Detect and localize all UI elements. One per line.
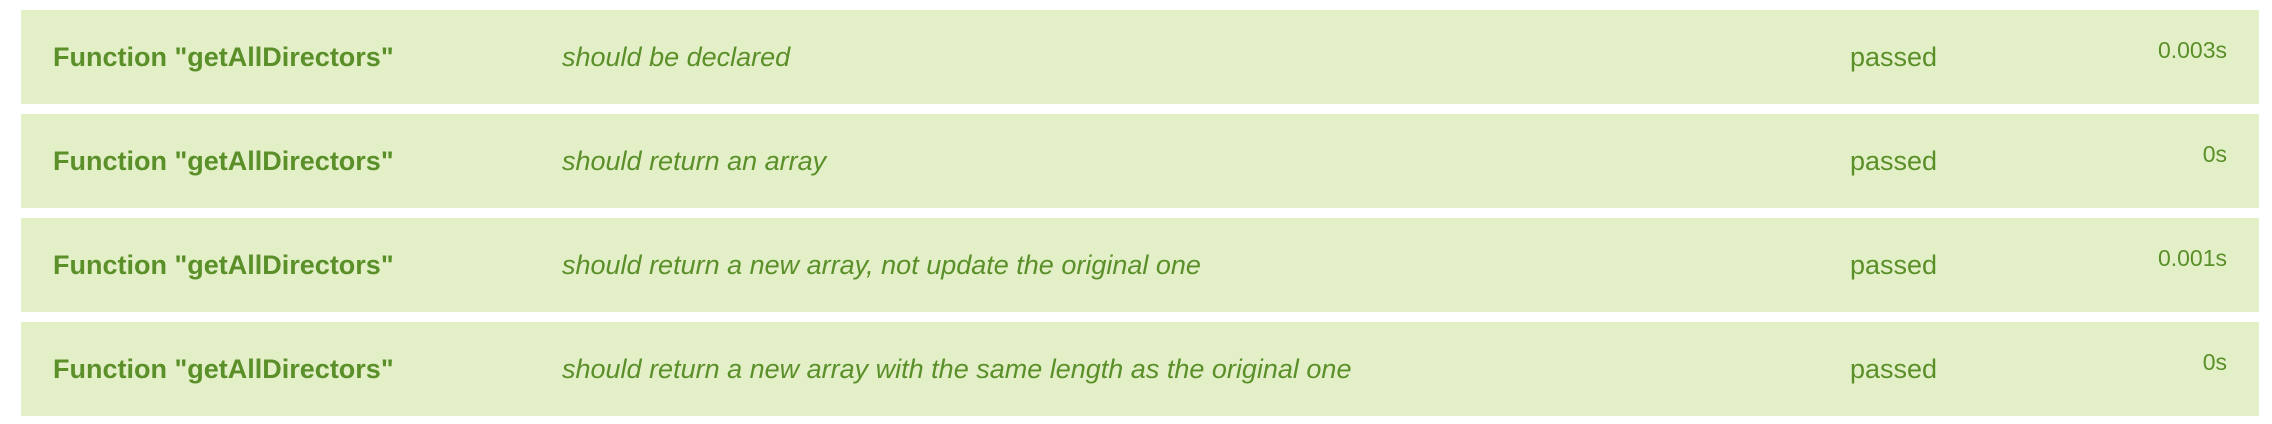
test-status: passed (1850, 42, 1938, 72)
test-duration: 0.003s (2157, 37, 2227, 63)
suite-name: Function "getAllDirectors" (53, 146, 394, 176)
test-result-row: Function "getAllDirectors" should return… (21, 114, 2259, 208)
suite-name: Function "getAllDirectors" (53, 354, 394, 384)
suite-name: Function "getAllDirectors" (53, 250, 394, 280)
test-duration: 0.001s (2157, 245, 2227, 271)
test-title: should be declared (562, 42, 791, 72)
suite-name: Function "getAllDirectors" (53, 42, 394, 72)
test-duration: 0s (2202, 349, 2227, 375)
test-status: passed (1850, 250, 1938, 280)
test-title: should return a new array with the same … (562, 354, 1352, 384)
test-result-row: Function "getAllDirectors" should be dec… (21, 10, 2259, 104)
test-result-row: Function "getAllDirectors" should return… (21, 218, 2259, 312)
test-results-list: Function "getAllDirectors" should be dec… (0, 0, 2272, 424)
test-title: should return a new array, not update th… (562, 250, 1201, 280)
test-status: passed (1850, 146, 1938, 176)
test-result-row: Function "getAllDirectors" should return… (21, 322, 2259, 416)
test-duration: 0s (2202, 141, 2227, 167)
test-title: should return an array (562, 146, 827, 176)
test-status: passed (1850, 354, 1938, 384)
